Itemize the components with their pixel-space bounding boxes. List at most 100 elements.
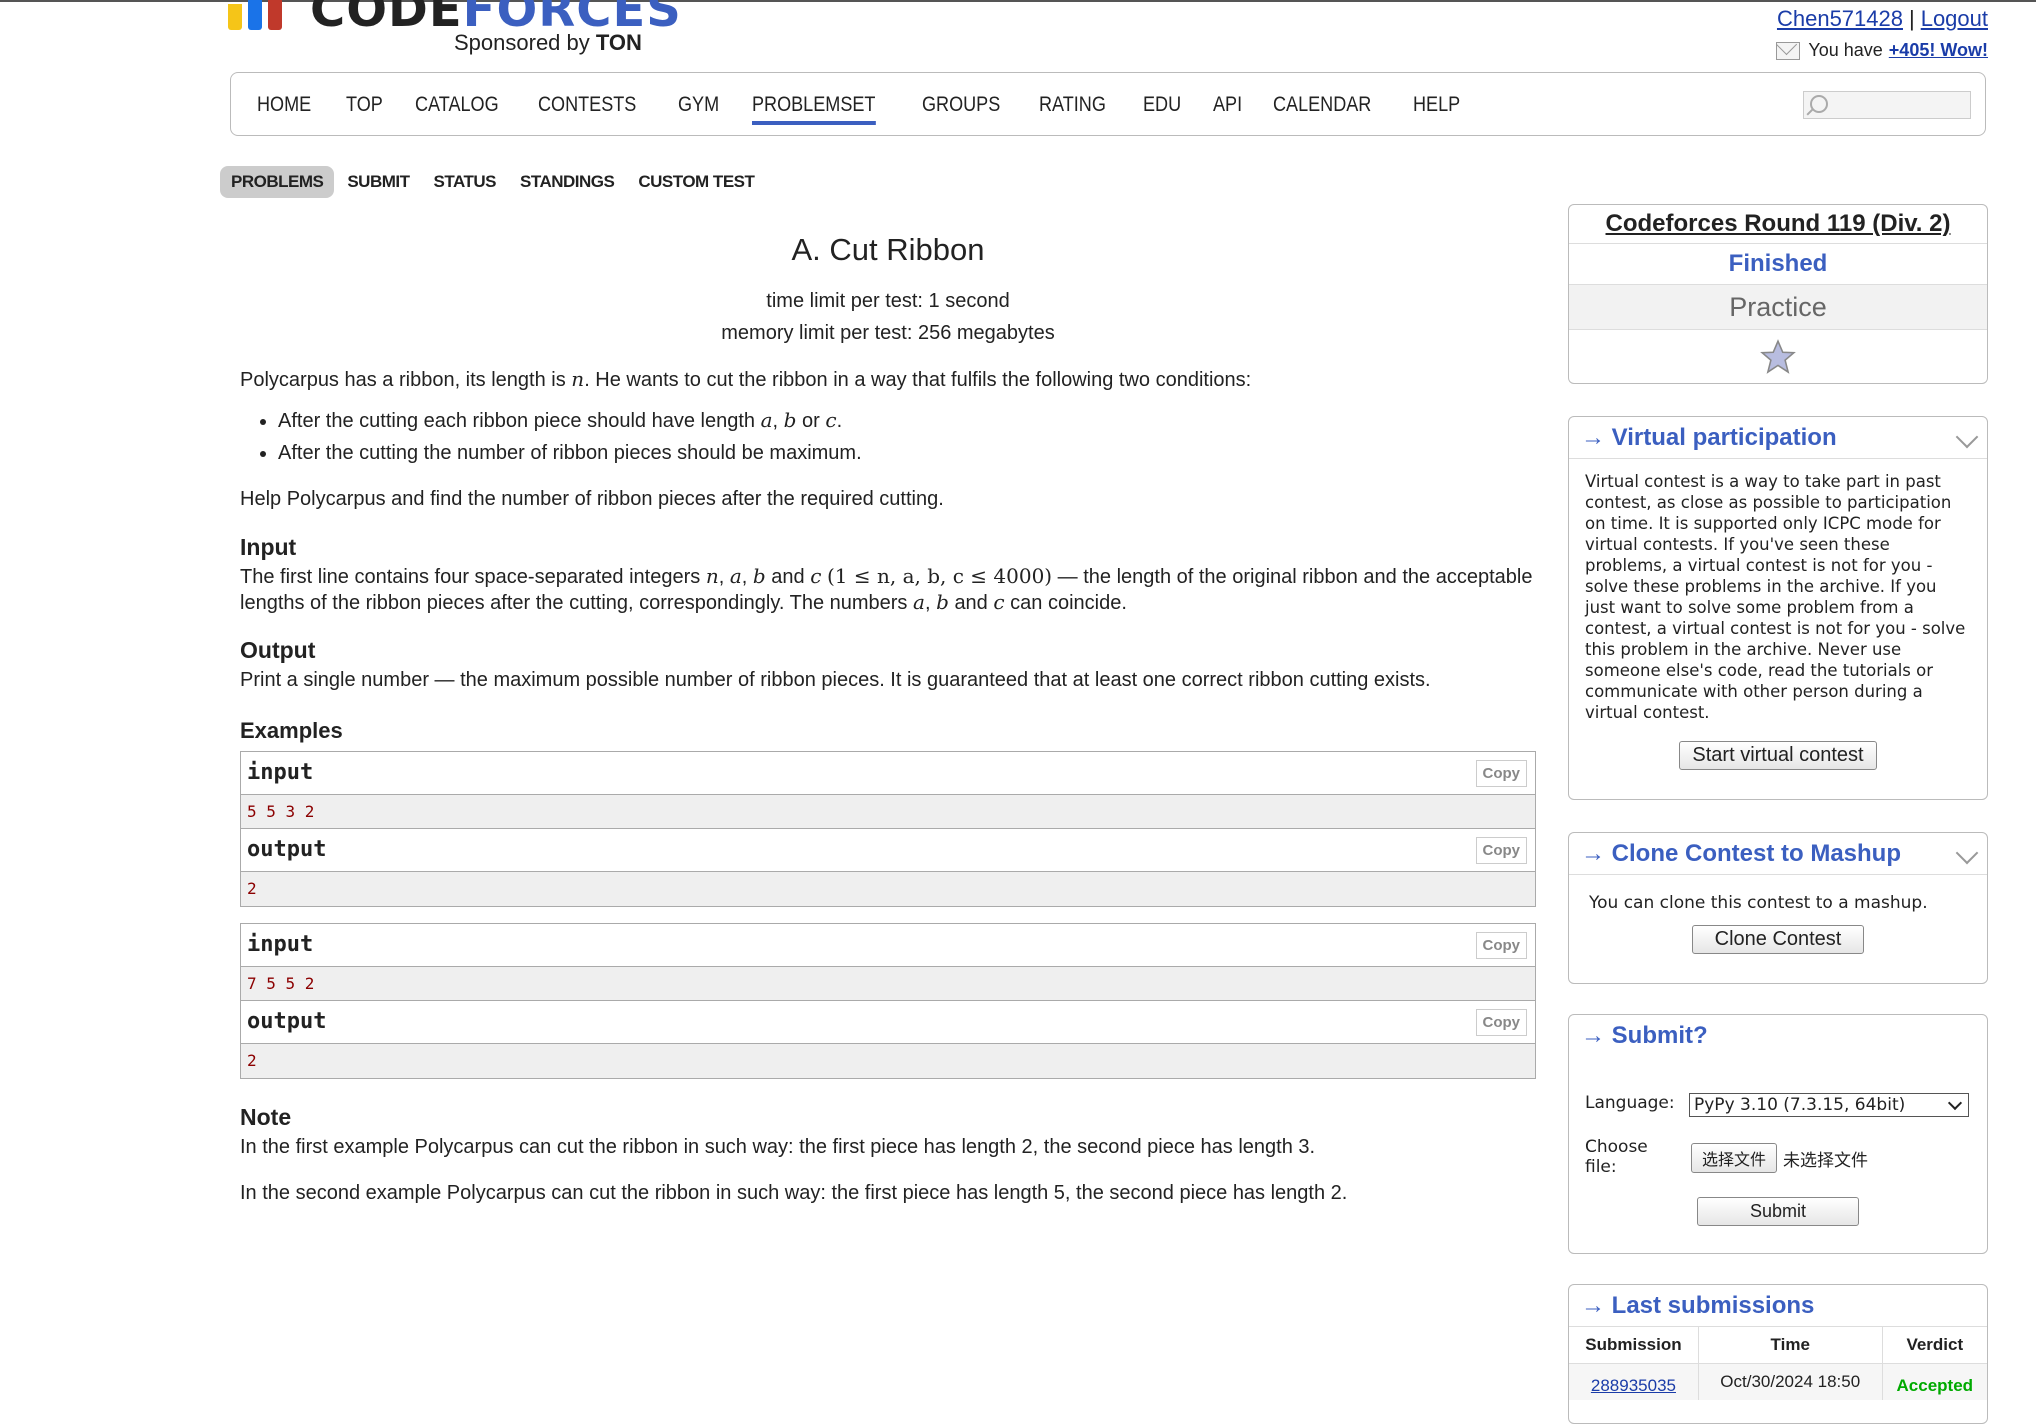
clone-description: You can clone this contest to a mashup. (1589, 893, 1928, 913)
chevron-down-icon[interactable] (1955, 841, 1979, 865)
submission-time: Oct/30/2024 18:50 (1698, 1363, 1883, 1400)
notice-link[interactable]: +405! Wow! (1889, 40, 1988, 61)
nav-item-edu[interactable]: EDU (1143, 93, 1181, 125)
sample-input-label: input (247, 931, 314, 957)
input-title: Input (240, 534, 297, 561)
conditions-list: After the cutting each ribbon piece shou… (240, 406, 1536, 467)
table-row: 288935035 Oct/30/2024 18:50 Accepted (1569, 1363, 1987, 1400)
sponsor-line: Sponsored by TON (454, 30, 642, 55)
virtual-participation-box: → Virtual participation Virtual contest … (1568, 416, 1988, 800)
main-menu: HOME TOP CATALOG CONTESTS GYM PROBLEMSET GROUP… (230, 72, 1986, 136)
problem-title: A. Cut Ribbon (791, 232, 985, 267)
nav-item-top[interactable]: TOP (346, 93, 383, 125)
sample-input-header: input Copy (241, 923, 1535, 967)
examples-title: Examples (240, 717, 343, 743)
column-header: Time (1698, 1327, 1883, 1364)
star-icon[interactable] (1759, 338, 1797, 376)
memory-limit: memory limit per test: 256 megabytes (721, 322, 1055, 345)
logout-link[interactable]: Logout (1921, 6, 1988, 31)
copy-button[interactable]: Copy (1475, 836, 1527, 864)
clone-contest-caption[interactable]: → Clone Contest to Mashup (1569, 833, 1987, 875)
time-limit: time limit per test: 1 second (766, 290, 1010, 313)
language-label: Language: (1585, 1093, 1675, 1113)
file-label: Choose file: (1585, 1137, 1648, 1177)
tab-submit[interactable]: SUBMIT (336, 166, 420, 198)
username-link[interactable]: Chen571428 (1777, 6, 1903, 31)
virtual-description: Virtual contest is a way to take part in… (1585, 472, 1966, 722)
tab-status[interactable]: STATUS (423, 166, 507, 198)
submissions-table: Submission Time Verdict 288935035 Oct/30/20… (1569, 1327, 1987, 1400)
submit-button[interactable]: Submit (1696, 1197, 1860, 1226)
sample-output-label: output (247, 836, 327, 862)
no-file-text: 未选择文件 (1783, 1150, 1869, 1170)
second-level-menu: PROBLEMS SUBMIT STATUS STANDINGS CUSTOM TEST (220, 166, 767, 198)
user-box: Chen571428 | Logout (1777, 6, 1988, 32)
sample-output-value: 2 (241, 1043, 1535, 1078)
copy-button[interactable]: Copy (1475, 1008, 1527, 1036)
last-submissions-caption: → Last submissions (1569, 1285, 1987, 1327)
virtual-participation-caption[interactable]: → Virtual participation (1569, 417, 1987, 459)
sample-output-header: output Copy (241, 1000, 1535, 1044)
tab-custom-test[interactable]: CUSTOM TEST (627, 166, 765, 198)
sample-input-value: 7 5 5 2 (241, 966, 1535, 1001)
sample-output-value: 2 (241, 871, 1535, 906)
tab-problems[interactable]: PROBLEMS (220, 166, 335, 198)
note-paragraph: In the second example Polycarpus can cut… (240, 1181, 1348, 1204)
contest-status: Finished (1569, 244, 1987, 285)
start-virtual-contest-button[interactable]: Start virtual contest (1679, 741, 1877, 770)
search-icon (1810, 95, 1828, 113)
help-text: Help Polycarpus and find the number of r… (240, 488, 944, 511)
chevron-down-icon[interactable] (1955, 425, 1979, 449)
submit-caption: → Submit? (1581, 1022, 1708, 1049)
choose-file-button[interactable]: 选择文件 (1691, 1143, 1778, 1173)
user-separator: | (1908, 6, 1915, 31)
sample-input-header: input Copy (241, 751, 1535, 795)
notice-text: You have (1808, 40, 1883, 60)
output-title: Output (240, 636, 316, 663)
nav-item-groups[interactable]: GROUPS (922, 93, 1000, 125)
contest-name-link[interactable]: Codeforces Round 119 (Div. 2) (1606, 210, 1951, 237)
condition-item: After the cutting the number of ribbon p… (278, 439, 1536, 467)
submission-link[interactable]: 288935035 (1591, 1376, 1676, 1395)
sample-output-label: output (247, 1008, 327, 1034)
submit-box: → Submit? Language: PyPy 3.10 (7.3.15, 6… (1568, 1014, 1988, 1254)
nav-item-calendar[interactable]: CALENDAR (1273, 93, 1371, 125)
nav-item-catalog[interactable]: CATALOG (415, 93, 499, 125)
nav-item-contests[interactable]: CONTESTS (538, 93, 636, 125)
output-spec: Print a single number — the maximum poss… (240, 668, 1431, 691)
nav-item-help[interactable]: HELP (1413, 93, 1460, 125)
copy-button[interactable]: Copy (1475, 759, 1527, 787)
sample-test: input Copy 5 5 3 2 output Copy 2 (240, 750, 1536, 907)
clone-contest-box: → Clone Contest to Mashup You can clone … (1568, 832, 1988, 984)
logo-bars-icon (228, 0, 288, 35)
column-header: Submission (1569, 1327, 1699, 1364)
examples-block: input Copy 5 5 3 2 output Copy 2 input Copy 7 5 … (240, 750, 1536, 1079)
envelope-icon (1776, 41, 1801, 60)
tab-standings[interactable]: STANDINGS (509, 166, 625, 198)
nav-item-api[interactable]: API (1213, 93, 1242, 125)
nav-item-problemset[interactable]: PROBLEMSET (752, 93, 876, 125)
notification: You have +405! Wow! (1776, 40, 1988, 61)
note-paragraph: In the first example Polycarpus can cut … (240, 1135, 1316, 1158)
condition-item: After the cutting each ribbon piece shou… (278, 406, 1536, 435)
note-title: Note (240, 1103, 292, 1130)
nav-item-home[interactable]: HOME (257, 93, 311, 125)
sample-input-value: 5 5 3 2 (241, 794, 1535, 829)
search-input[interactable] (1803, 91, 1971, 119)
input-spec: The first line contains four space-separ… (240, 563, 1533, 614)
statement-intro: Polycarpus has a ribbon, its length is n… (240, 367, 1252, 392)
column-header: Verdict (1882, 1327, 1987, 1364)
verdict-badge: Accepted (1882, 1363, 1987, 1400)
contest-box: Codeforces Round 119 (Div. 2) Finished P… (1568, 204, 1988, 384)
last-submissions-box: → Last submissions Submission Time Verdict… (1568, 1284, 1988, 1424)
sample-input-label: input (247, 759, 314, 785)
contest-mode: Practice (1569, 285, 1987, 330)
nav-item-gym[interactable]: GYM (678, 93, 719, 125)
nav-item-rating[interactable]: RATING (1039, 93, 1106, 125)
copy-button[interactable]: Copy (1475, 931, 1527, 959)
language-select[interactable]: PyPy 3.10 (7.3.15, 64bit) (1689, 1093, 1969, 1117)
clone-contest-button[interactable]: Clone Contest (1691, 925, 1865, 954)
sample-test: input Copy 7 5 5 2 output Copy 2 (240, 922, 1536, 1079)
sample-output-header: output Copy (241, 828, 1535, 872)
problem-statement: A. Cut Ribbon time limit per test: 1 sec… (240, 228, 1536, 1207)
